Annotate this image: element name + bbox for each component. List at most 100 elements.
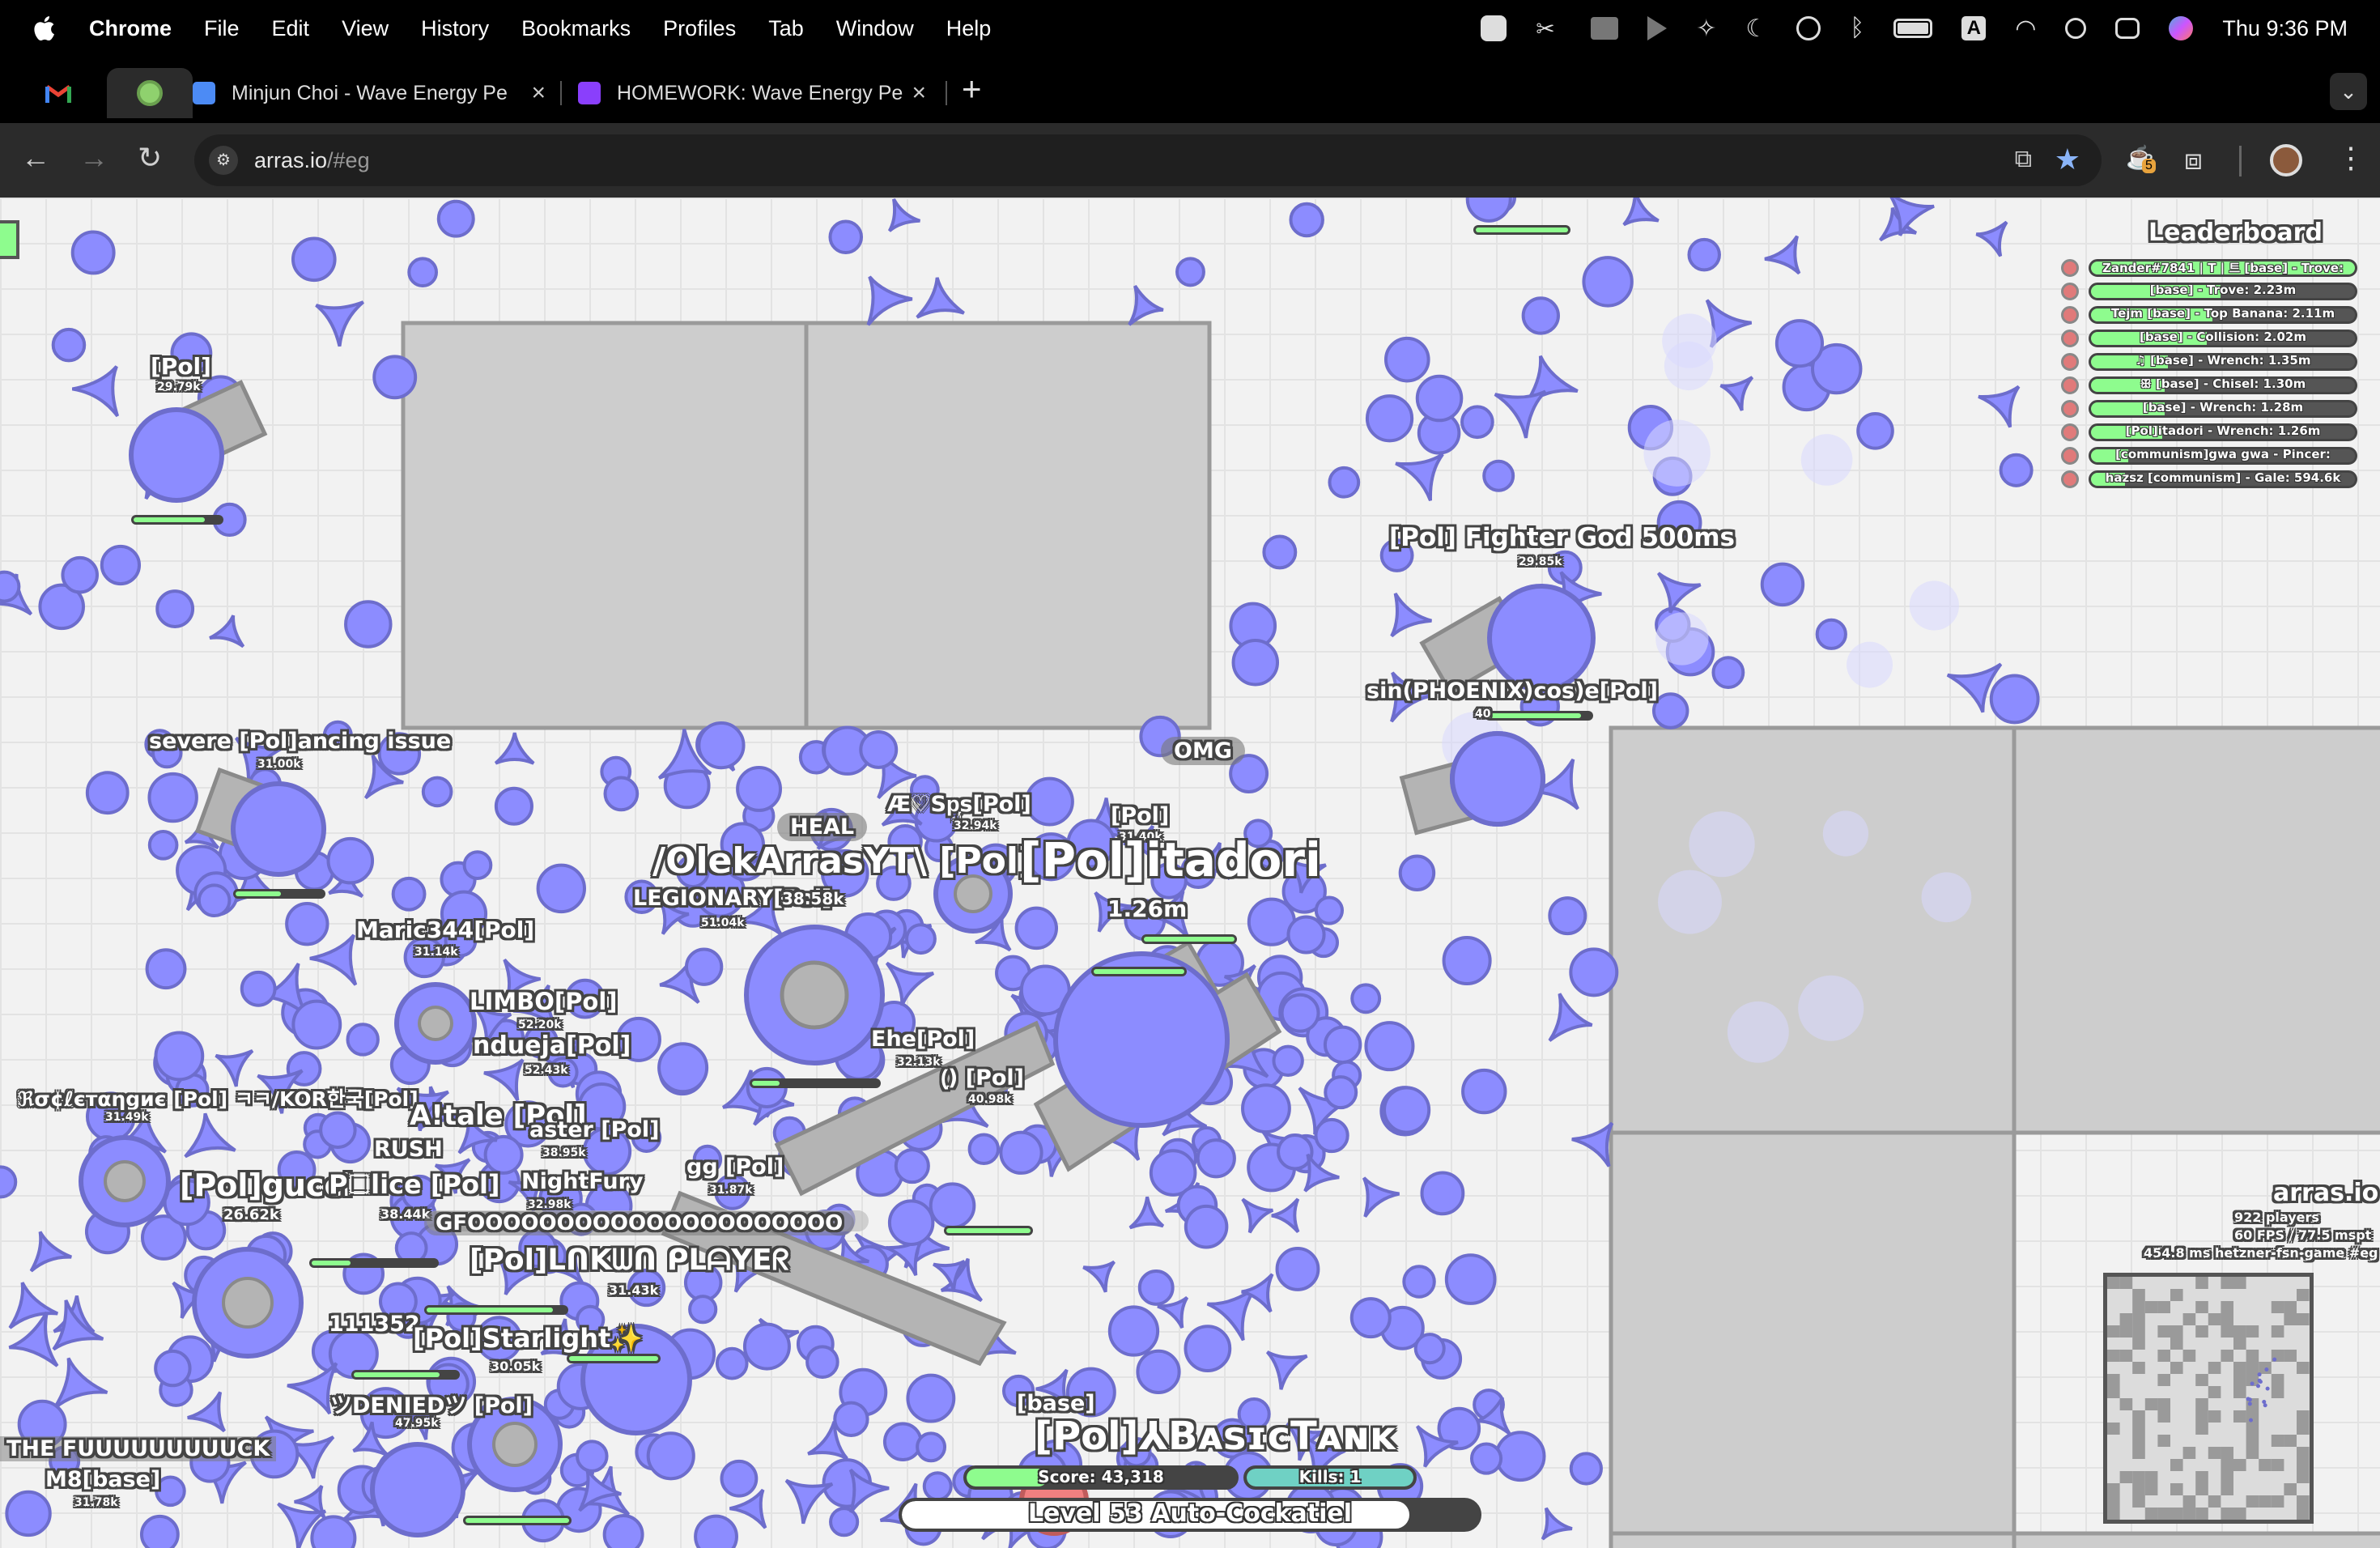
player-score: 32.98k [528, 1198, 572, 1211]
minimap-wall-cell [2119, 1325, 2133, 1337]
open-in-app-icon[interactable]: ⧉ [2015, 146, 2032, 173]
menu-kebab-icon[interactable]: ⋮ [2336, 141, 2365, 175]
menu-view[interactable]: View [342, 16, 389, 41]
menu-history[interactable]: History [421, 16, 489, 41]
player-score: 31.78k [74, 1496, 118, 1509]
tab-minjun-choi-doc[interactable]: Minjun Choi - Wave Energy Pe × [193, 68, 546, 118]
drone-circle [372, 355, 418, 400]
moon-icon[interactable]: ☾ [1745, 15, 1767, 43]
reload-icon[interactable]: ↻ [138, 141, 162, 175]
close-tab-icon[interactable]: × [531, 79, 546, 107]
tools-status-icon[interactable]: ✂ [1536, 15, 1562, 41]
minimap-wall-cell [2271, 1459, 2284, 1471]
drone-circle [155, 1475, 186, 1508]
minimap-wall-cell [2297, 1289, 2310, 1301]
minimap-wall-cell [2246, 1350, 2259, 1362]
input-source-icon[interactable]: A [1961, 16, 1987, 40]
menu-help[interactable]: Help [946, 16, 992, 41]
drone-circle [887, 1199, 935, 1246]
menu-file[interactable]: File [204, 16, 240, 41]
drone-circle [684, 947, 724, 986]
leaderboard-tank-icon [2061, 376, 2079, 394]
score-label: Score: 43,318 [1038, 1467, 1164, 1486]
swarm-drone-triangle [887, 198, 921, 232]
forward-icon[interactable]: → [79, 141, 108, 175]
player-name-self: [Pol]⅄BᴀꜱɪᴄTᴀɴᴋ [1035, 1414, 1396, 1459]
extensions-puzzle-icon[interactable]: ⧈ [2184, 142, 2203, 177]
drone-circle [319, 1111, 357, 1149]
drone-circle [421, 776, 453, 808]
minimap-wall-cell [2246, 1423, 2259, 1435]
battery-icon[interactable] [1893, 19, 1933, 38]
drone-circle [1413, 1333, 1446, 1365]
siri-icon[interactable] [2169, 16, 2194, 40]
minimap-wall-cell [2132, 1289, 2145, 1301]
control-center-icon[interactable] [2115, 18, 2140, 39]
site-settings-icon[interactable]: ⚙ [209, 146, 238, 175]
drone-circle [139, 1514, 180, 1548]
drone-circle [697, 721, 746, 770]
tab-search-button[interactable]: ⌄ [2330, 73, 2367, 110]
leaderboard-entry-label: Tejm [base] - Top Banana: 2.11m [2110, 306, 2335, 321]
drone-circle [603, 776, 640, 812]
url-text[interactable]: arras.io/#eg [254, 148, 370, 173]
drone-circle [1856, 412, 1894, 450]
grammar-icon[interactable]: ✧ [1696, 15, 1716, 43]
swarm-drone-triangle [1128, 1196, 1165, 1230]
drone-circle [715, 1346, 749, 1380]
level-bar: Level 53 Auto-Cockatiel [899, 1498, 1481, 1532]
leaderboard-row: [communism]gwa gwa - Pincer: 646.1k [2089, 447, 2357, 465]
drone-circle [882, 1422, 923, 1462]
bookmark-star-icon[interactable]: ★ [2055, 142, 2080, 176]
play-circle-icon[interactable] [1796, 16, 1821, 40]
checkmark-status-icon[interactable] [1481, 15, 1507, 41]
menu-window[interactable]: Window [836, 16, 914, 41]
swarm-drone-triangle [215, 1048, 254, 1087]
drone-circle [147, 829, 179, 861]
menu-app-name[interactable]: Chrome [89, 16, 172, 41]
swarm-drone-triangle [71, 365, 120, 418]
drone-circle [1548, 896, 1587, 936]
drone-circle [999, 1130, 1043, 1175]
menu-bookmarks[interactable]: Bookmarks [521, 16, 631, 41]
wifi-icon[interactable]: ◠ [2015, 15, 2036, 43]
profile-avatar[interactable] [2270, 144, 2302, 176]
menu-tab[interactable]: Tab [768, 16, 804, 41]
back-icon[interactable]: ← [21, 141, 50, 175]
minimap-wall-cell [2221, 1325, 2233, 1337]
swarm-drone-triangle [1978, 385, 2021, 428]
menubar-clock[interactable]: Thu 9:36 PM [2222, 16, 2348, 41]
player-name-olek: /OlekArrasYT\ [Pol] [652, 840, 1035, 882]
drone-circle [916, 1431, 947, 1463]
tab-gmail[interactable] [45, 68, 84, 118]
tab-arras[interactable] [107, 68, 193, 118]
printer-icon[interactable] [1591, 17, 1619, 40]
apple-logo-icon[interactable] [31, 15, 57, 42]
menu-profiles[interactable]: Profiles [663, 16, 736, 41]
player-score: 38.58k [782, 889, 844, 908]
minimap-wall-cell [2284, 1350, 2297, 1362]
search-icon[interactable] [2065, 18, 2087, 39]
tab-homework-doc[interactable]: HOMEWORK: Wave Energy Pe × [578, 68, 926, 118]
drone-circle [1460, 405, 1494, 440]
drone-circle [1444, 1253, 1497, 1305]
close-tab-icon[interactable]: × [912, 79, 926, 107]
minimap-wall-cell [2195, 1325, 2208, 1337]
minimap-wall-cell [2271, 1374, 2284, 1386]
drone-circle [70, 230, 116, 275]
bluetooth-icon[interactable]: ᛒ [1850, 15, 1864, 42]
minimap-wall-cell [2132, 1435, 2145, 1447]
leaderboard-row: Zander#7841 | T | 트 [base] - Trove: 4.59… [2089, 259, 2357, 277]
leaderboard-row: [base] - Collision: 2.02m [2089, 330, 2357, 347]
drone-circle [100, 544, 142, 586]
play-status-icon[interactable] [1647, 16, 1668, 40]
swarm-drone-triangle [8, 1282, 58, 1329]
drone-circle [1275, 1247, 1320, 1291]
drone-circle [894, 1148, 930, 1184]
game-canvas[interactable]: [Pol] 29.79k [Pol] Fighter God 500ms 29.… [0, 198, 2380, 1548]
new-tab-button[interactable]: + [962, 70, 982, 108]
minimap-wall-cell [2297, 1313, 2310, 1325]
extension-badge-icon[interactable]: ☕ 5 [2126, 144, 2156, 173]
address-bar[interactable]: ⚙ arras.io/#eg ⧉ ★ [194, 134, 2102, 186]
menu-edit[interactable]: Edit [272, 16, 310, 41]
